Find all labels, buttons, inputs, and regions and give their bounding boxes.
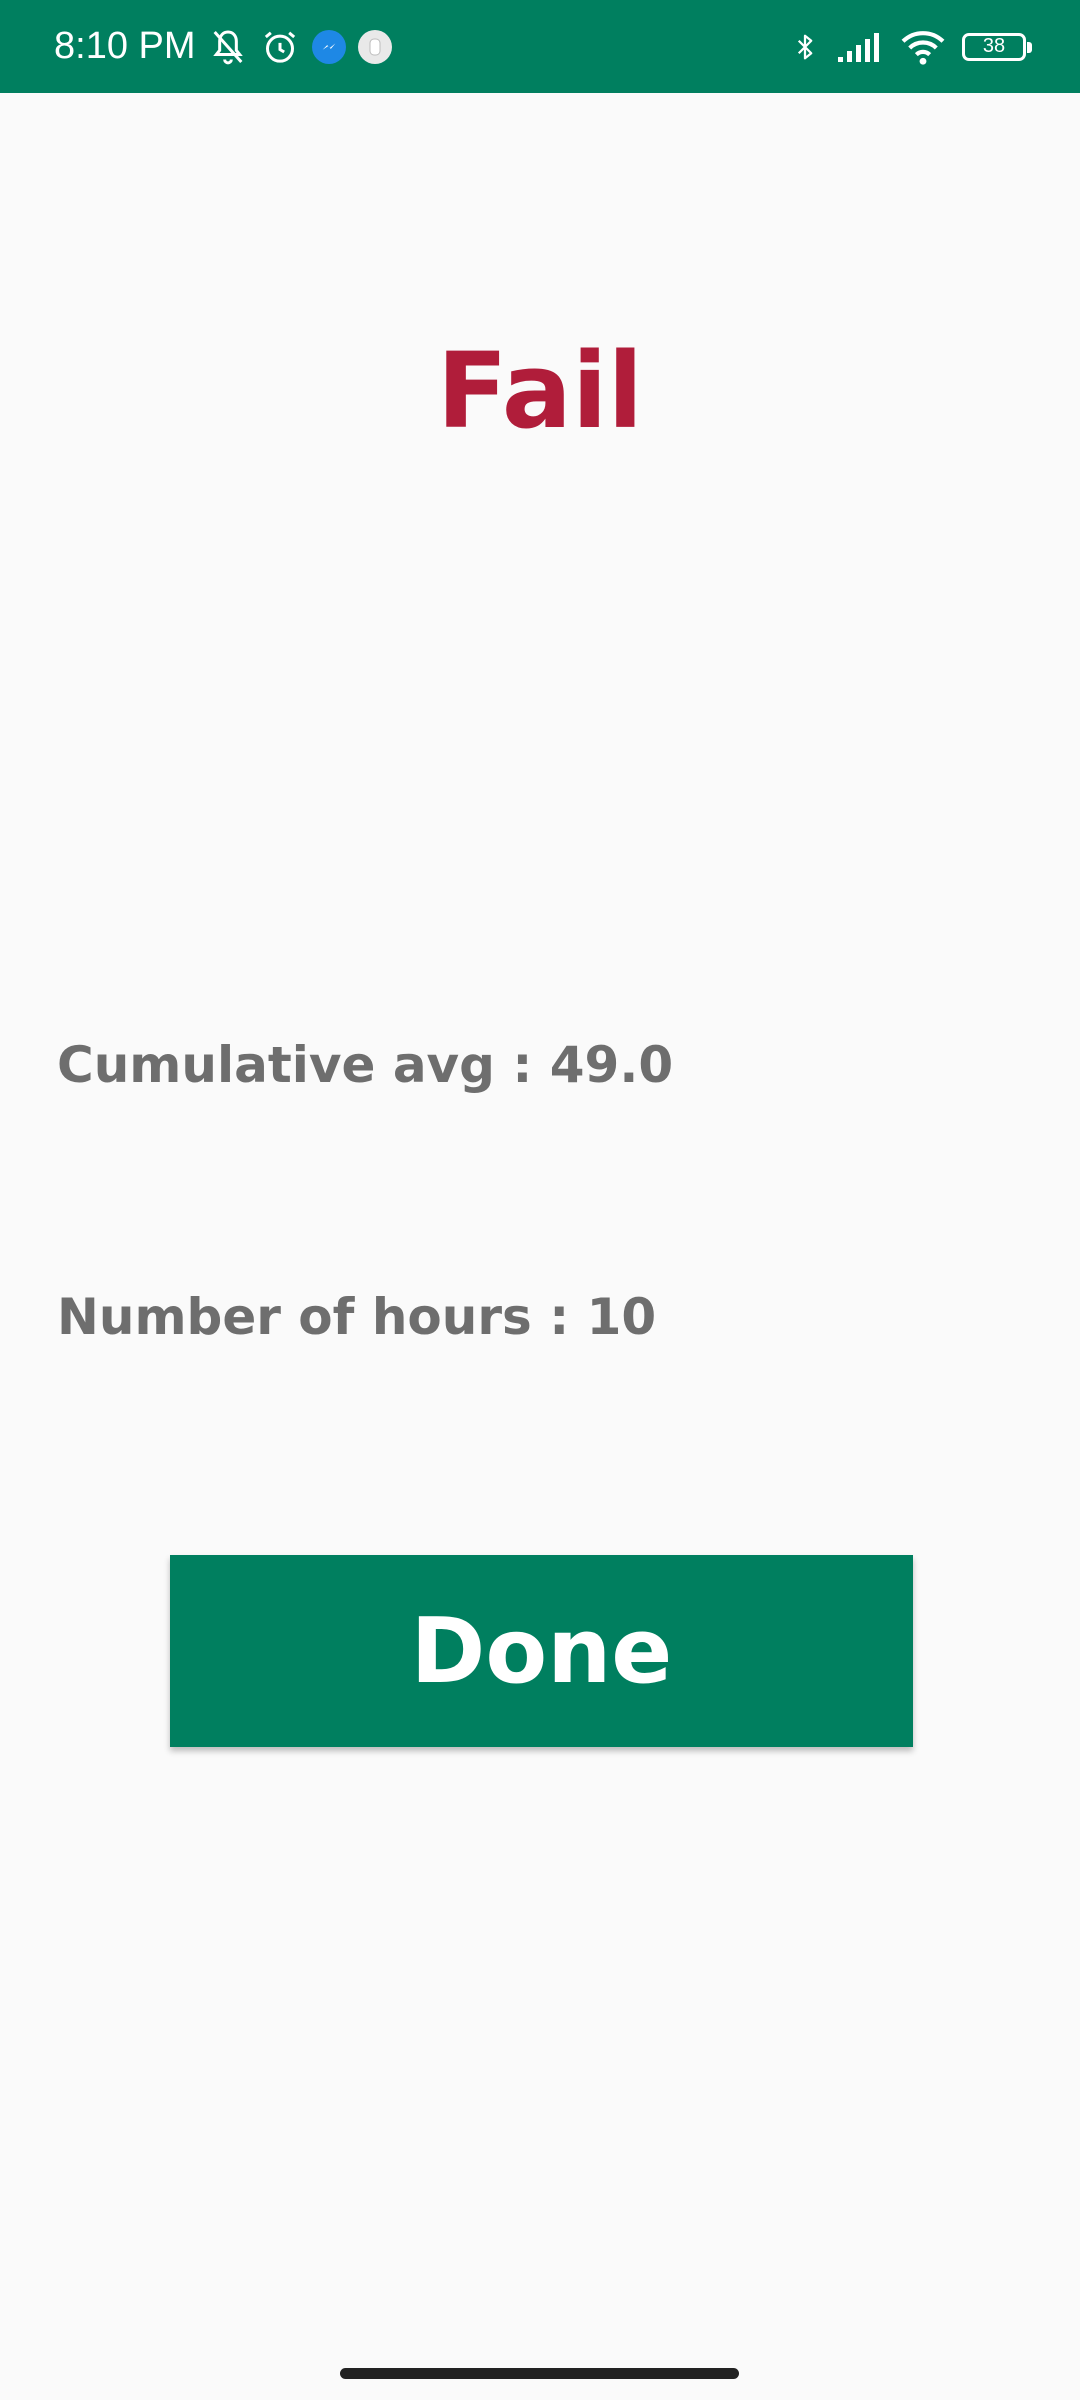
bluetooth-icon [790, 27, 820, 67]
cumulative-avg-text: Cumulative avg : 49.0 [57, 1036, 674, 1094]
result-title: Fail [436, 330, 644, 452]
status-bar: 8:10 PM 38 [0, 0, 1080, 93]
signal-icon [836, 31, 884, 63]
done-button[interactable]: Done [170, 1555, 913, 1747]
app-notification-icon [357, 29, 392, 64]
battery-level: 38 [982, 35, 1006, 57]
number-of-hours-text: Number of hours : 10 [57, 1288, 657, 1346]
alarm-icon [260, 27, 300, 67]
status-time: 8:10 PM [54, 25, 196, 67]
wifi-icon [900, 28, 946, 66]
messenger-icon [311, 29, 346, 64]
status-left: 8:10 PM [54, 0, 392, 93]
battery-icon: 38 [962, 32, 1032, 61]
muted-bell-icon [208, 27, 248, 67]
status-right: 38 [790, 0, 1032, 93]
home-indicator[interactable] [340, 2368, 739, 2379]
